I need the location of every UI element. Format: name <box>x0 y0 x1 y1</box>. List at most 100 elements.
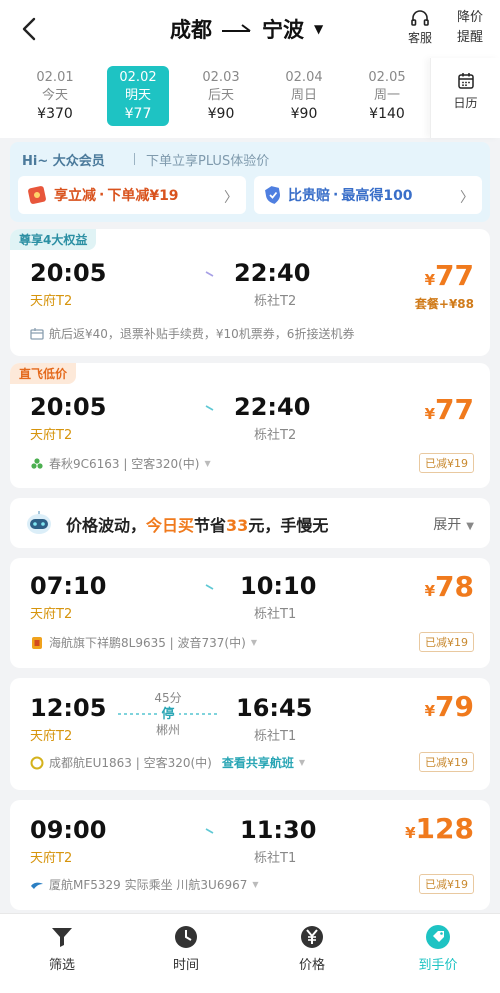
discount-badge: 已减¥19 <box>419 632 474 652</box>
flight-card[interactable]: 09:00 天府T2 11:30 栎社T1 ¥128 厦航MF5329 实际乘坐… <box>10 800 490 910</box>
yen-symbol: ¥ <box>424 405 436 423</box>
caret-down-icon: ▼ <box>204 459 211 468</box>
member-banner[interactable]: Hi~ 大众会员 下单立享PLUS体验价 享立减 · 下单减¥19 〉 比贵赔 … <box>10 142 490 222</box>
date-price: ¥370 <box>37 106 73 122</box>
flight-card[interactable]: 12:05 天府T2 45分 停 郴州 16:45 栎社T1 ¥79 成都航EU… <box>10 678 490 790</box>
price-guarantee-coupon[interactable]: 比贵赔 · 最高得100 〉 <box>254 176 482 214</box>
flight-card[interactable]: 07:10 天府T2 10:10 栎社T1 ¥78 海航旗下祥鹏8L9635 |… <box>10 558 490 668</box>
back-arrow-icon[interactable] <box>18 14 44 44</box>
flight-line <box>120 828 214 834</box>
price-value: 77 <box>435 259 474 292</box>
price-value: 78 <box>435 570 474 603</box>
departure-time: 07:10 <box>30 572 107 600</box>
tab-label: 价格 <box>298 958 325 973</box>
departure-time: 20:05 <box>30 259 107 287</box>
airline-info[interactable]: 成都航EU1863 | 空客320(中) 查看共享航班 ▼ <box>30 754 305 771</box>
flight-card[interactable]: 直飞低价 20:05 天府T2 22:40 栎社T2 ¥77 春秋9C6163 … <box>10 363 490 488</box>
discount-badge: 已减¥19 <box>419 453 474 473</box>
stop-label: 停 <box>157 707 179 722</box>
tab-filter[interactable]: 筛选 <box>22 924 102 973</box>
flight-line <box>120 271 214 277</box>
date-price: ¥77 <box>124 106 152 122</box>
stopover-info: 45分 停 郴州 <box>118 690 218 738</box>
arrival-time: 10:10 <box>240 572 317 600</box>
departure-airport: 天府T2 <box>30 851 73 866</box>
discount-badge: 已减¥19 <box>419 752 474 772</box>
flight-line <box>120 405 214 411</box>
discount-badge: 已减¥19 <box>419 874 474 894</box>
day-label: 今天 <box>41 88 68 103</box>
customer-service-button[interactable]: 客服 <box>400 10 440 46</box>
price-alert-label-line1: 降价 <box>456 10 483 25</box>
chengdu-airlines-logo-icon <box>30 756 44 769</box>
caret-down-icon: ▼ <box>314 22 324 36</box>
tab-time[interactable]: 时间 <box>146 924 226 973</box>
flight-price: ¥77 <box>425 259 474 292</box>
robot-assistant-icon <box>27 511 51 534</box>
date-tab[interactable]: 02.01 今天 ¥370 <box>24 66 86 126</box>
tab-price[interactable]: 价格 <box>272 924 352 973</box>
departure-time: 09:00 <box>30 816 107 844</box>
arrival-airport: 栎社T1 <box>254 607 297 622</box>
plus-text: 下单立享PLUS体验价 <box>146 154 270 169</box>
yen-symbol: ¥ <box>424 271 436 289</box>
date-tab[interactable]: 02.04 周日 ¥90 <box>273 66 335 126</box>
date-tab[interactable]: 02.03 后天 ¥90 <box>190 66 252 126</box>
expand-label: 展开 <box>433 517 462 533</box>
tab-final-price[interactable]: 到手价 <box>398 924 478 973</box>
airline-info[interactable]: 海航旗下祥鹏8L9635 | 波音737(中) ▼ <box>30 634 257 651</box>
flight-price: ¥78 <box>425 570 474 603</box>
arrival-time: 22:40 <box>234 259 311 287</box>
airline-text: 成都航EU1863 | 空客320(中) <box>49 756 212 770</box>
airline-info[interactable]: 春秋9C6163 | 空客320(中) ▼ <box>30 455 211 472</box>
day-label: 后天 <box>207 88 234 103</box>
yen-symbol: ¥ <box>424 702 436 720</box>
yen-icon <box>301 926 323 948</box>
calendar-button[interactable]: 日历 <box>430 58 500 138</box>
yen-symbol: ¥ <box>405 824 416 842</box>
spring-airlines-logo-icon <box>31 457 43 469</box>
day-label: 明天 <box>124 88 151 103</box>
divider <box>134 153 135 165</box>
date-label: 02.04 <box>285 70 323 85</box>
coupon1-detail: 下单减¥19 <box>107 188 179 204</box>
coupon2-title: 比贵赔 <box>288 188 330 204</box>
price-value: 128 <box>415 812 474 845</box>
filter-icon <box>52 928 72 947</box>
day-label: 周一 <box>373 88 400 103</box>
clock-icon <box>175 926 197 948</box>
member-greeting: Hi~ 大众会员 <box>22 154 105 169</box>
expand-button[interactable]: 展开 ▼ <box>433 514 474 534</box>
airline-info[interactable]: 厦航MF5329 实际乘坐 川航3U6967 ▼ <box>30 876 259 893</box>
tag-icon <box>426 925 450 949</box>
price-alert-button[interactable]: 降价 提醒 <box>450 8 490 48</box>
xiamen-airlines-logo-icon <box>31 882 43 889</box>
flight-price: ¥79 <box>425 690 474 723</box>
airline-text: 春秋9C6163 | 空客320(中) <box>49 457 200 471</box>
flight-price: ¥77 <box>425 393 474 426</box>
date-label: 02.02 <box>119 70 157 85</box>
departure-airport: 天府T2 <box>30 729 73 744</box>
trend-amount: 33 <box>226 516 249 535</box>
price-trend-banner[interactable]: 价格波动，今日买节省33元，手慢无 展开 ▼ <box>10 498 490 548</box>
stop-duration: 45分 <box>154 691 182 705</box>
view-codeshare-link[interactable]: 查看共享航班 <box>222 754 294 771</box>
trend-mid: 节省 <box>194 516 227 535</box>
airline-text: 厦航MF5329 实际乘坐 川航3U6967 <box>49 878 248 892</box>
caret-down-icon: ▼ <box>466 521 474 532</box>
flight-card[interactable]: 尊享4大权益 20:05 天府T2 22:40 栎社T2 ¥77 套餐+¥88 … <box>10 229 490 356</box>
coupon2-dot: · <box>333 187 339 203</box>
benefits-text: 航后返¥40，退票补贴手续费，¥10机票券，6折接送机券 <box>49 327 355 341</box>
date-tab-selected[interactable]: 02.02 明天 ¥77 <box>107 66 169 126</box>
date-label: 02.05 <box>368 70 406 85</box>
route-selector[interactable]: 成都 宁波 ▼ <box>170 12 323 46</box>
ticket-icon <box>30 327 44 340</box>
date-tab[interactable]: 02.05 周一 ¥140 <box>356 66 418 126</box>
departure-time: 12:05 <box>30 694 107 722</box>
lucky-air-logo-icon <box>32 636 42 649</box>
date-price: ¥140 <box>369 106 405 122</box>
calendar-label: 日历 <box>453 96 478 110</box>
arrival-airport: 栎社T2 <box>254 294 297 309</box>
instant-discount-coupon[interactable]: 享立减 · 下单减¥19 〉 <box>18 176 246 214</box>
tab-label: 筛选 <box>48 958 75 973</box>
